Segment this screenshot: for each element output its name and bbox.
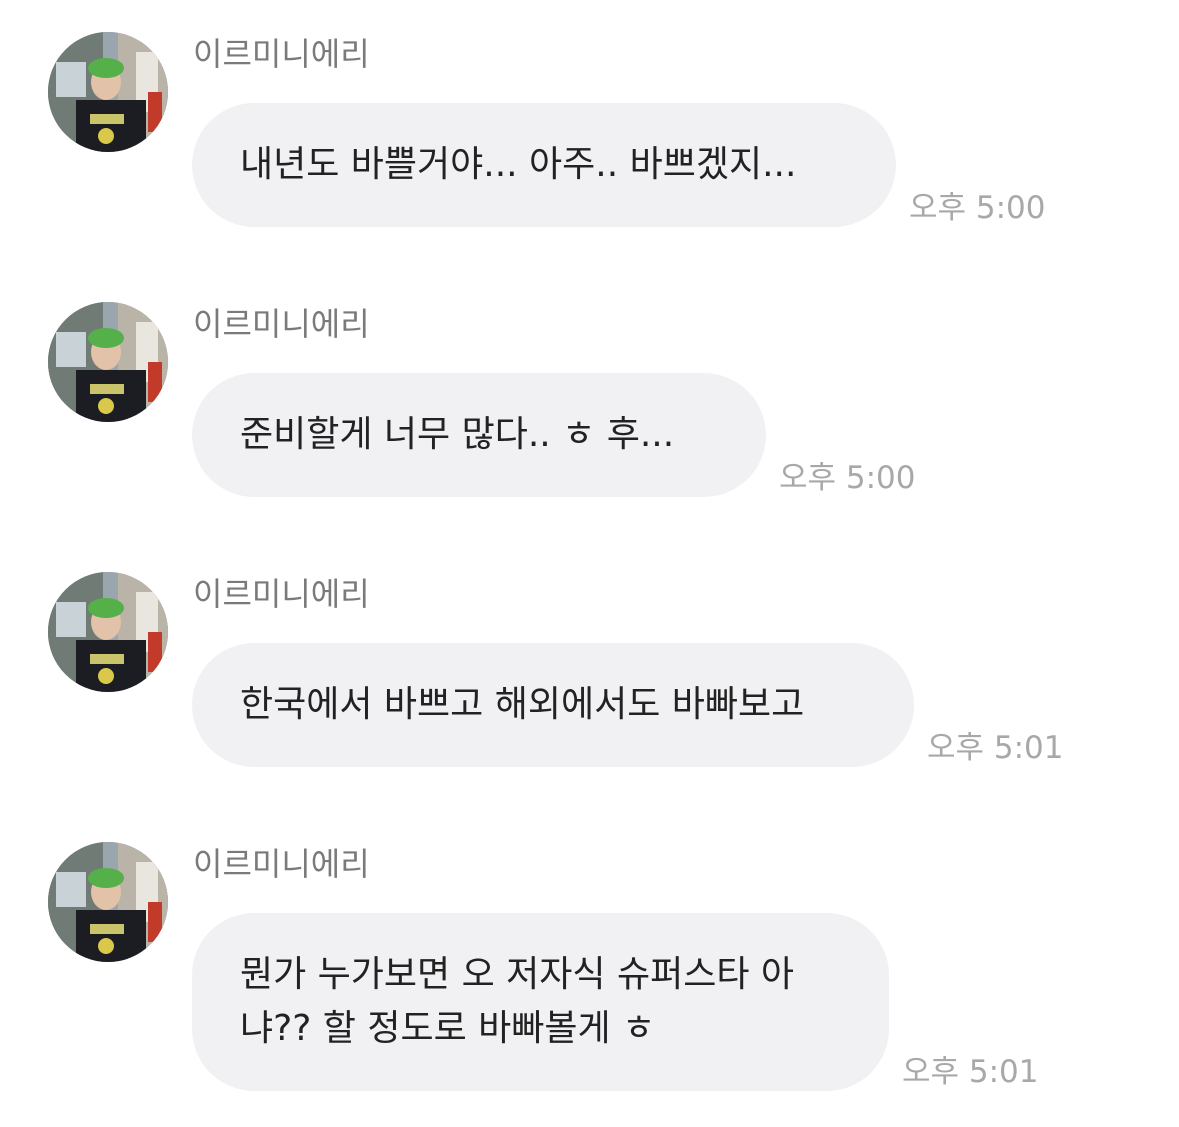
message-bubble[interactable]: 한국에서 바쁘고 해외에서도 바빠보고 [192,643,914,767]
message-item: 이르미니에리 준비할게 너무 많다.. ㅎ 후... 오후 5:00 [0,302,1179,572]
avatar[interactable] [48,302,168,422]
sender-name: 이르미니에리 [193,575,370,613]
message-time: 오후 5:00 [909,190,1046,226]
message-text: 한국에서 바쁘고 해외에서도 바빠보고 [240,684,805,725]
avatar[interactable] [48,842,168,962]
message-time: 오후 5:01 [927,730,1064,766]
message-item: 이르미니에리 한국에서 바쁘고 해외에서도 바빠보고 오후 5:01 [0,572,1179,842]
message-text: 뭔가 누가보면 오 저자식 슈퍼스타 아 냐?? 할 정도로 바빠볼게 ㅎ [240,954,795,1049]
message-text: 준비할게 너무 많다.. ㅎ 후... [240,414,675,455]
message-time: 오후 5:01 [902,1054,1039,1090]
message-bubble[interactable]: 뭔가 누가보면 오 저자식 슈퍼스타 아 냐?? 할 정도로 바빠볼게 ㅎ [192,913,889,1091]
sender-name: 이르미니에리 [193,845,370,883]
avatar[interactable] [48,572,168,692]
avatar[interactable] [48,32,168,152]
message-item: 이르미니에리 뭔가 누가보면 오 저자식 슈퍼스타 아 냐?? 할 정도로 바빠… [0,842,1179,1112]
message-time: 오후 5:00 [779,460,916,496]
message-item: 이르미니에리 내년도 바쁠거야... 아주.. 바쁘겠지... 오후 5:00 [0,32,1179,302]
sender-name: 이르미니에리 [193,305,370,343]
message-text: 내년도 바쁠거야... 아주.. 바쁘겠지... [240,144,797,185]
sender-name: 이르미니에리 [193,35,370,73]
message-bubble[interactable]: 준비할게 너무 많다.. ㅎ 후... [192,373,766,497]
message-bubble[interactable]: 내년도 바쁠거야... 아주.. 바쁘겠지... [192,103,896,227]
